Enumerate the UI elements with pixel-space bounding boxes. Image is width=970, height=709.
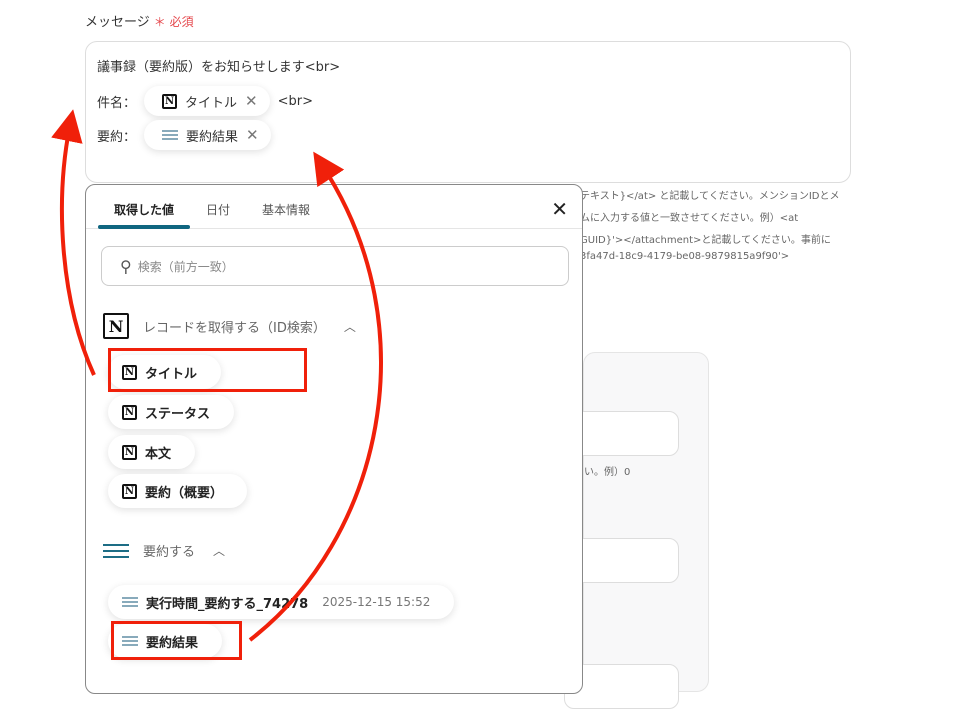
arrow-summary [248, 151, 383, 642]
annotation-arrows [51, 109, 383, 642]
arrow-title [51, 109, 96, 376]
